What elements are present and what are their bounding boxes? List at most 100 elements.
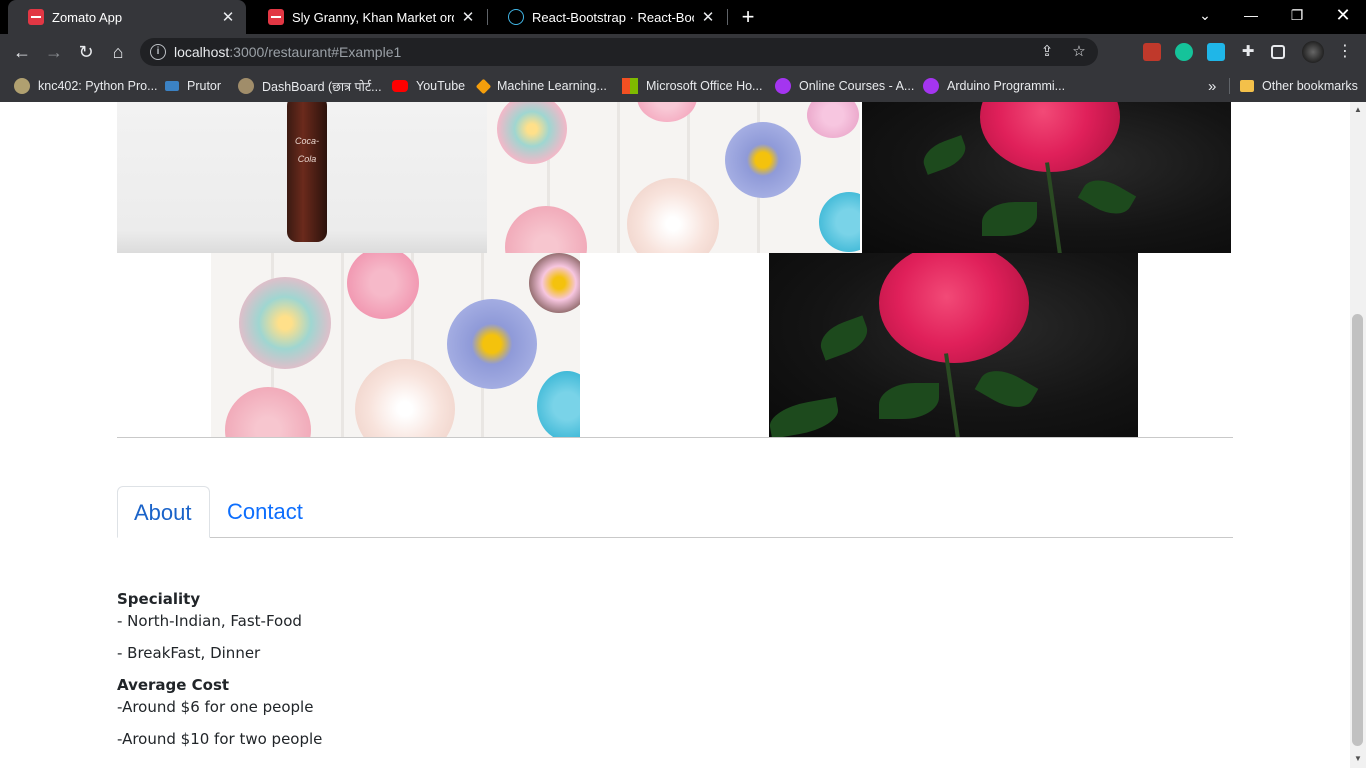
bookmark-item[interactable]: knc402: Python Pro... — [14, 76, 158, 96]
bottle-shape: Coca-Cola — [287, 102, 327, 242]
background-stripe — [341, 253, 344, 437]
flower-cupcake — [537, 371, 580, 437]
coke-bottle-image: Coca-Cola — [117, 102, 487, 253]
menu-kebab-icon[interactable]: ⋮ — [1332, 39, 1358, 65]
profile-avatar[interactable] — [1302, 41, 1324, 63]
bookmark-item[interactable]: Arduino Programmi... — [923, 76, 1065, 96]
bookmark-item[interactable]: Prutor — [165, 76, 221, 96]
bookmark-label: Arduino Programmi... — [947, 79, 1066, 93]
rose-leaf — [918, 135, 971, 175]
udemy-icon — [923, 78, 939, 94]
rose-stem — [1045, 162, 1063, 253]
tab-zomato-app[interactable]: Zomato App ✕ — [8, 0, 246, 34]
ml-icon — [475, 78, 492, 94]
udemy-icon — [775, 78, 791, 94]
rose-image — [769, 253, 1138, 437]
bookmarks-divider — [1229, 78, 1230, 94]
bookmark-item[interactable]: YouTube — [392, 76, 465, 96]
speciality-item: - North-Indian, Fast-Food — [117, 612, 302, 630]
microsoft-icon — [622, 78, 638, 94]
reload-icon[interactable]: ↻ — [73, 39, 99, 65]
rose-leaf — [974, 361, 1039, 417]
bookmark-item[interactable]: Microsoft Office Ho... — [622, 76, 762, 96]
scroll-up-arrow-icon[interactable]: ▲ — [1353, 105, 1363, 115]
share-icon[interactable]: ⇪ — [1038, 43, 1056, 61]
bookmark-item[interactable]: Online Courses - A... — [775, 76, 914, 96]
globe-icon — [14, 78, 30, 94]
bookmark-label: Microsoft Office Ho... — [646, 79, 763, 93]
prutor-icon — [165, 81, 179, 91]
browser-tab-strip: Zomato App ✕ Sly Granny, Khan Market ord… — [0, 0, 1366, 34]
extension-red-icon[interactable] — [1143, 43, 1161, 61]
tab-title: Zomato App — [52, 9, 123, 25]
tab-search-chevron-icon[interactable]: ⌄ — [1182, 0, 1228, 34]
bookmark-item[interactable]: Machine Learning... — [475, 76, 607, 96]
other-bookmarks-folder[interactable]: Other bookmarks — [1240, 76, 1358, 96]
chevron-label: » — [1208, 77, 1217, 95]
bottle-label: Coca-Cola — [294, 136, 319, 164]
minimize-window-button[interactable]: — — [1228, 0, 1274, 34]
flower-cupcake — [725, 122, 801, 198]
tab-title: React-Bootstrap · React-Bootstrap — [532, 9, 694, 25]
address-bar[interactable]: i localhost:3000/restaurant#Example1 ⇪ ☆ — [140, 38, 1098, 66]
rose-leaf — [982, 202, 1037, 236]
rose-leaf — [815, 315, 873, 361]
zomato-favicon-icon — [28, 9, 44, 25]
rose-bloom — [980, 102, 1120, 172]
tab-divider — [727, 9, 728, 25]
browser-toolbar: ← → ↻ ⌂ i localhost:3000/restaurant#Exam… — [0, 34, 1366, 70]
flower-cupcake — [225, 387, 311, 437]
globe-icon — [238, 78, 254, 94]
rose-leaf — [769, 397, 842, 437]
tab-sly-granny[interactable]: Sly Granny, Khan Market order online ✕ — [248, 0, 486, 34]
extension-pen-icon[interactable] — [1207, 43, 1225, 61]
zomato-favicon-icon — [268, 9, 284, 25]
average-cost-heading: Average Cost — [117, 676, 230, 694]
tab-title: Sly Granny, Khan Market order online — [292, 9, 454, 25]
cupcakes-image — [211, 253, 580, 437]
url-text[interactable]: localhost:3000/restaurant#Example1 — [174, 44, 401, 60]
scroll-down-arrow-icon[interactable]: ▼ — [1353, 754, 1363, 764]
extensions-puzzle-icon[interactable]: ✚ — [1239, 43, 1257, 61]
grammarly-icon[interactable] — [1175, 43, 1193, 61]
bookmark-label: Other bookmarks — [1262, 79, 1358, 93]
background-stripe — [617, 102, 620, 253]
speciality-heading: Speciality — [117, 590, 201, 608]
rose-bloom — [879, 253, 1029, 363]
bookmark-item[interactable]: DashBoard (छात्र पोर्ट... — [238, 76, 382, 96]
rose-image — [862, 102, 1231, 253]
close-tab-icon[interactable]: ✕ — [460, 8, 476, 26]
site-info-icon[interactable]: i — [150, 44, 166, 60]
tab-react-bootstrap[interactable]: React-Bootstrap · React-Bootstrap ✕ — [488, 0, 726, 34]
flower-cupcake — [505, 206, 587, 253]
forward-arrow-icon[interactable]: → — [41, 39, 67, 65]
home-icon[interactable]: ⌂ — [105, 39, 131, 65]
tab-about[interactable]: About — [117, 486, 210, 538]
about-panel: Speciality - North-Indian, Fast-Food - B… — [117, 588, 322, 750]
more-bookmarks-chevron-icon[interactable]: » — [1208, 76, 1216, 96]
restore-window-button[interactable]: ❐ — [1274, 0, 1320, 34]
bookmark-label: Online Courses - A... — [799, 79, 915, 93]
folder-icon — [1240, 80, 1254, 92]
rose-leaf — [879, 383, 939, 419]
close-tab-icon[interactable]: ✕ — [220, 8, 236, 26]
bookmark-star-icon[interactable]: ☆ — [1070, 43, 1088, 61]
react-bootstrap-favicon-icon — [508, 9, 524, 25]
bookmarks-bar: knc402: Python Pro... Prutor DashBoard (… — [0, 70, 1366, 102]
flower-cupcake — [529, 253, 580, 313]
page-viewport: Coca-Cola About Contact Speciality - Nor… — [0, 102, 1350, 768]
bookmark-label: DashBoard (छात्र पोर्ट... — [262, 79, 382, 94]
new-tab-button[interactable]: + — [736, 3, 760, 31]
cost-item: -Around $10 for two people — [117, 730, 323, 748]
bookmark-label: knc402: Python Pro... — [38, 79, 158, 93]
rose-stem — [944, 353, 962, 437]
back-arrow-icon[interactable]: ← — [9, 39, 35, 65]
scrollbar-thumb[interactable] — [1352, 314, 1363, 746]
bookmark-label: Prutor — [187, 79, 222, 93]
page-scrollbar[interactable]: ▲ ▼ — [1350, 102, 1366, 768]
side-panel-icon[interactable] — [1271, 45, 1285, 59]
tab-contact[interactable]: Contact — [211, 486, 319, 538]
bookmark-label: Machine Learning... — [497, 79, 607, 93]
close-tab-icon[interactable]: ✕ — [700, 8, 716, 26]
close-window-button[interactable]: ✕ — [1320, 0, 1366, 34]
